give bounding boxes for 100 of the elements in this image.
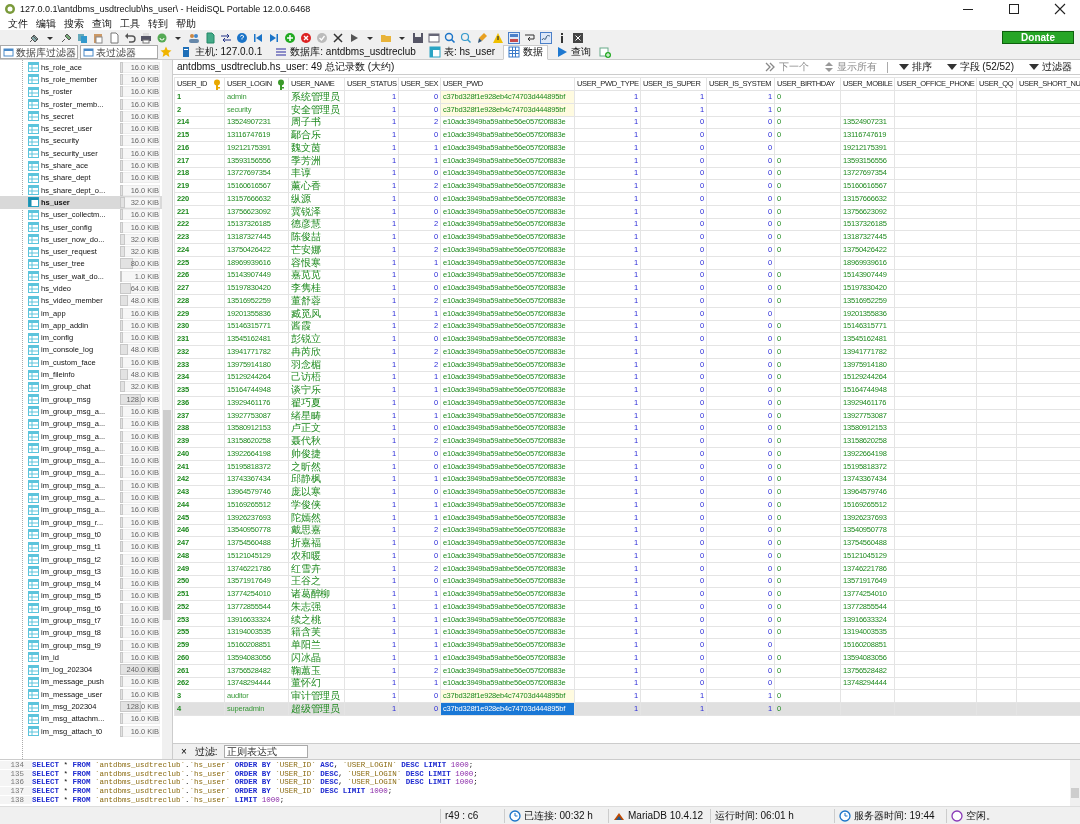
- table-icon: [28, 99, 39, 110]
- status-text: MariaDB 10.4.12: [628, 810, 704, 821]
- table-icon: [28, 517, 39, 528]
- table-cell: 朱志强: [291, 601, 321, 612]
- status-text: r49 : c6: [445, 810, 479, 821]
- table-cell: 邱静枫: [291, 474, 321, 485]
- filter-field[interactable]: 数据库过滤器: [0, 45, 78, 59]
- table-icon: [28, 172, 39, 183]
- close-icon[interactable]: [572, 31, 584, 44]
- table-icon: [28, 258, 39, 269]
- table-icon: [28, 271, 39, 282]
- cancel-icon[interactable]: [332, 31, 344, 44]
- grid-caption: antdbms_usdtreclub.hs_user: 49 总记录数 (大约): [177, 60, 395, 74]
- window-icon[interactable]: [428, 31, 440, 44]
- last-icon[interactable]: [268, 31, 280, 44]
- paste-icon[interactable]: [92, 31, 104, 44]
- tab[interactable]: 表: hs_user: [423, 44, 501, 60]
- table-cell: 李隽桂: [291, 282, 321, 294]
- scrollbar[interactable]: [162, 60, 172, 759]
- star-icon[interactable]: [160, 46, 172, 58]
- toolbar-button[interactable]: 排序: [893, 60, 936, 74]
- plug-icon[interactable]: [60, 31, 72, 44]
- maximize-icon[interactable]: [1008, 3, 1020, 15]
- table-cell: 帅俊捷: [291, 448, 321, 459]
- search-icon[interactable]: [444, 31, 456, 44]
- table-cell: 戴思嘉: [291, 525, 321, 536]
- first-icon[interactable]: [252, 31, 264, 44]
- check-icon[interactable]: [316, 31, 328, 44]
- brush-icon[interactable]: [476, 31, 488, 44]
- document-icon[interactable]: [108, 31, 120, 44]
- add-icon[interactable]: [284, 31, 296, 44]
- table-icon: [28, 689, 39, 700]
- warning-icon[interactable]: [492, 31, 504, 44]
- table-icon: [28, 148, 39, 159]
- table-icon: [28, 455, 39, 466]
- table-cell: 芒安娜: [291, 244, 321, 255]
- binary-icon[interactable]: [508, 31, 520, 44]
- table-cell: 庞以寒: [291, 486, 321, 498]
- database-icon: [275, 46, 288, 58]
- table-cell: 审计管理员: [291, 690, 340, 702]
- table-icon: [28, 677, 39, 687]
- help-icon[interactable]: [236, 31, 248, 44]
- grid-icon: [508, 46, 521, 58]
- table-cell: 冉芮欣: [291, 346, 321, 357]
- table-icon: [28, 431, 39, 442]
- table-cell: 德彦慧: [291, 219, 321, 230]
- table-cell: 董舒蓉: [291, 295, 321, 306]
- menu-item[interactable]: 搜索: [64, 18, 84, 30]
- search-icon[interactable]: [460, 31, 472, 44]
- table-icon: [83, 46, 94, 58]
- copy-icon[interactable]: [76, 31, 88, 44]
- toolbar-button[interactable]: 过滤器: [1024, 60, 1076, 74]
- new-tab-icon[interactable]: [599, 46, 612, 58]
- tab[interactable]: 数据库: antdbms_usdtreclub: [270, 44, 421, 60]
- wrap-icon[interactable]: [524, 31, 536, 44]
- arrows-icon[interactable]: [220, 31, 232, 44]
- table-cell: 嘉苋苋: [291, 270, 321, 281]
- toolbar-button[interactable]: 字段 (52/52): [941, 60, 1018, 74]
- clock-icon: [839, 809, 851, 822]
- server-icon: [180, 46, 192, 58]
- table-icon: [28, 590, 39, 601]
- tab[interactable]: 主机: 127.0.0.1: [175, 44, 268, 60]
- table-cell: 诸葛醉柳: [291, 588, 331, 600]
- menu-item[interactable]: 工具: [120, 18, 140, 30]
- table-icon: [28, 394, 39, 405]
- table-icon: [28, 357, 39, 368]
- menu-item[interactable]: 转到: [148, 18, 168, 30]
- table-icon: [28, 726, 39, 737]
- undo-icon[interactable]: [124, 31, 136, 44]
- printer-icon[interactable]: [140, 31, 152, 44]
- save-icon[interactable]: [412, 31, 424, 44]
- close-icon[interactable]: [1054, 3, 1066, 15]
- table-cell: 周子书: [291, 117, 321, 128]
- delete-icon[interactable]: [300, 31, 312, 44]
- table-cell: 彭锐立: [291, 333, 321, 345]
- filter-field[interactable]: 正则表达式: [223, 745, 308, 758]
- table-cell: 容恨寒: [291, 257, 321, 268]
- table-icon: [28, 418, 39, 429]
- table-cell: 鞠蕙玉: [291, 665, 321, 676]
- table-icon: [28, 234, 39, 245]
- filter-field[interactable]: 表过滤器: [80, 45, 158, 59]
- table-cell: 闪冰晶: [291, 652, 321, 663]
- table-cell: 单阳兰: [291, 639, 321, 651]
- table-cell: 冀锐泽: [291, 206, 321, 217]
- close-button[interactable]: ×: [179, 746, 189, 757]
- table-icon: [28, 615, 39, 626]
- wave-icon[interactable]: [540, 31, 552, 44]
- key-icon: [212, 78, 222, 90]
- table-icon: [28, 111, 39, 122]
- table-cell: 纵源: [291, 193, 311, 204]
- scrollbar[interactable]: [1070, 760, 1080, 806]
- table-cell: 魏文茵: [291, 142, 321, 153]
- tab[interactable]: 查询: [551, 44, 597, 60]
- play-icon[interactable]: [348, 31, 360, 44]
- menu-item[interactable]: 编辑: [36, 18, 56, 30]
- menu-item[interactable]: 查询: [92, 18, 112, 30]
- table-cell: 翟巧夏: [291, 397, 321, 408]
- menu-item[interactable]: 帮助: [176, 18, 196, 30]
- menu-item[interactable]: 文件: [8, 18, 28, 30]
- table-icon: [28, 640, 39, 651]
